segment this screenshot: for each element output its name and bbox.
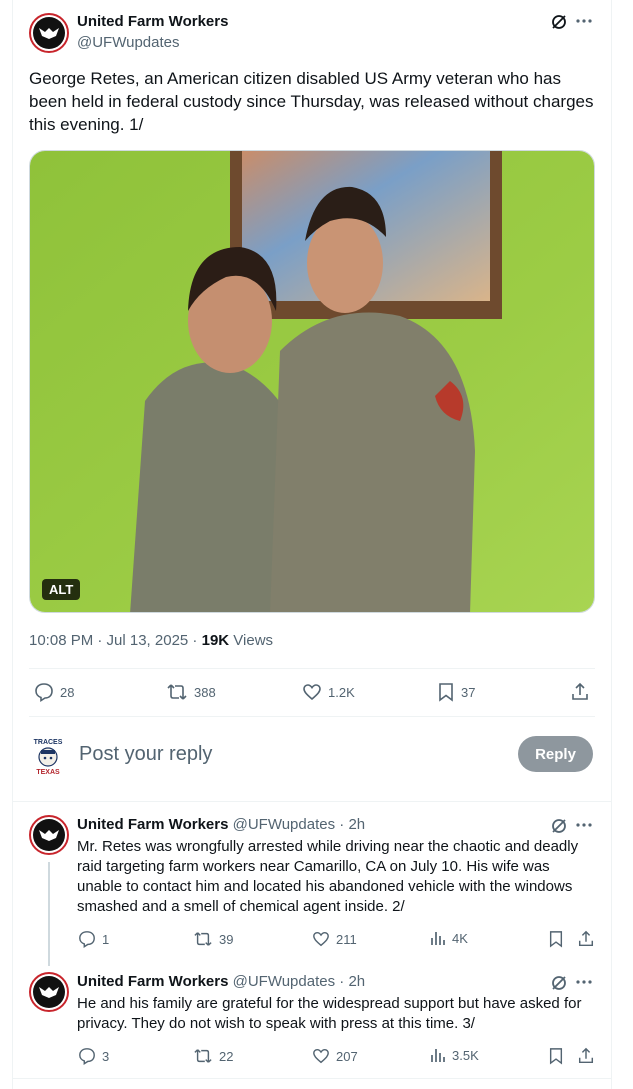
views-icon	[430, 1047, 446, 1063]
repost-action[interactable]: 22	[193, 1047, 233, 1065]
reply-icon	[34, 682, 54, 702]
reply-author-name[interactable]: United Farm Workers	[77, 973, 228, 990]
repost-action[interactable]: 388	[166, 682, 216, 702]
eagle-logo-icon	[33, 976, 65, 1008]
share-icon[interactable]	[570, 682, 590, 702]
views-count: 3.5K	[452, 1047, 479, 1063]
alt-badge[interactable]: ALT	[42, 579, 81, 600]
bookmark-action[interactable]: 37	[437, 682, 475, 702]
bookmark-count: 37	[461, 684, 476, 700]
divider	[29, 668, 595, 669]
like-count: 207	[336, 1048, 358, 1064]
author-avatar[interactable]	[29, 13, 69, 53]
user-avatar[interactable]: TRACES TEXAS	[31, 737, 65, 776]
views-action[interactable]: 3.5K	[430, 1047, 479, 1063]
reply-count: 1	[102, 931, 110, 947]
reply-icon	[78, 1047, 96, 1065]
bookmark-icon[interactable]	[548, 1047, 564, 1065]
reply-count: 28	[60, 684, 75, 700]
reply-icon	[78, 930, 96, 948]
reply-time[interactable]: · 2h	[335, 816, 365, 833]
tweet-meta: 10:08 PM · Jul 13, 2025 · 19K Views	[29, 632, 273, 649]
share-icon[interactable]	[577, 930, 595, 948]
more-icon[interactable]	[576, 980, 592, 984]
reply-action[interactable]: 28	[34, 682, 74, 702]
grok-icon[interactable]	[550, 817, 568, 835]
repost-icon	[193, 1047, 213, 1065]
reply-author-name[interactable]: United Farm Workers	[77, 816, 228, 833]
bookmark-icon	[437, 682, 455, 702]
thread-line	[48, 862, 50, 966]
bookmark-icon[interactable]	[548, 930, 564, 948]
like-action[interactable]: 207	[312, 1047, 358, 1065]
reply-avatar[interactable]	[29, 972, 69, 1012]
views-count: 4K	[452, 930, 468, 946]
divider	[12, 801, 612, 802]
reply-header: United Farm Workers @UFWupdates · 2h	[77, 973, 365, 990]
reply-count: 3	[102, 1048, 110, 1064]
views-count: 19K	[201, 632, 230, 649]
like-count: 211	[336, 931, 357, 947]
divider	[12, 1078, 612, 1079]
views-label: Views	[229, 632, 274, 649]
like-action[interactable]: 1.2K	[302, 682, 355, 702]
views-icon	[430, 930, 446, 946]
repost-count: 22	[219, 1048, 234, 1064]
reply-avatar[interactable]	[29, 815, 69, 855]
timestamp[interactable]: 10:08 PM · Jul 13, 2025 ·	[29, 632, 202, 649]
like-count: 1.2K	[328, 684, 355, 700]
reply-author-handle[interactable]: @UFWupdates	[233, 816, 336, 833]
reply-header: United Farm Workers @UFWupdates · 2h	[77, 816, 365, 833]
reply-author-handle[interactable]: @UFWupdates	[233, 973, 336, 990]
author-handle[interactable]: @UFWupdates	[77, 34, 180, 51]
like-action[interactable]: 211	[312, 930, 357, 948]
share-icon[interactable]	[577, 1047, 595, 1065]
more-icon[interactable]	[576, 823, 592, 827]
tweet-photo[interactable]: ALT	[29, 150, 595, 613]
author-name[interactable]: United Farm Workers	[77, 13, 228, 30]
svg-text:TRACES: TRACES	[34, 739, 63, 746]
repost-icon	[193, 930, 213, 948]
repost-icon	[166, 682, 188, 702]
eagle-logo-icon	[33, 819, 65, 851]
like-icon	[312, 930, 330, 948]
more-icon[interactable]	[576, 19, 592, 23]
eagle-logo-icon	[33, 17, 65, 49]
like-icon	[302, 682, 322, 702]
reply-text: Mr. Retes was wrongfully arrested while …	[77, 838, 579, 915]
reply-input[interactable]: Post your reply	[79, 743, 212, 766]
reply-time[interactable]: · 2h	[335, 973, 365, 990]
reply-button[interactable]: Reply	[518, 736, 593, 772]
couple-in-uniform-image	[30, 151, 594, 612]
divider	[29, 716, 595, 717]
tweet-text: George Retes, an American citizen disabl…	[29, 69, 594, 134]
repost-count: 388	[194, 684, 216, 700]
like-icon	[312, 1047, 330, 1065]
grok-icon[interactable]	[550, 13, 568, 31]
reply-text: He and his family are grateful for the w…	[77, 995, 582, 1032]
svg-text:TEXAS: TEXAS	[36, 769, 60, 775]
repost-action[interactable]: 39	[193, 930, 233, 948]
views-action[interactable]: 4K	[430, 930, 468, 946]
reply-action[interactable]: 1	[78, 930, 109, 948]
reply-action[interactable]: 3	[78, 1047, 109, 1065]
repost-count: 39	[219, 931, 234, 947]
grok-icon[interactable]	[550, 974, 568, 992]
